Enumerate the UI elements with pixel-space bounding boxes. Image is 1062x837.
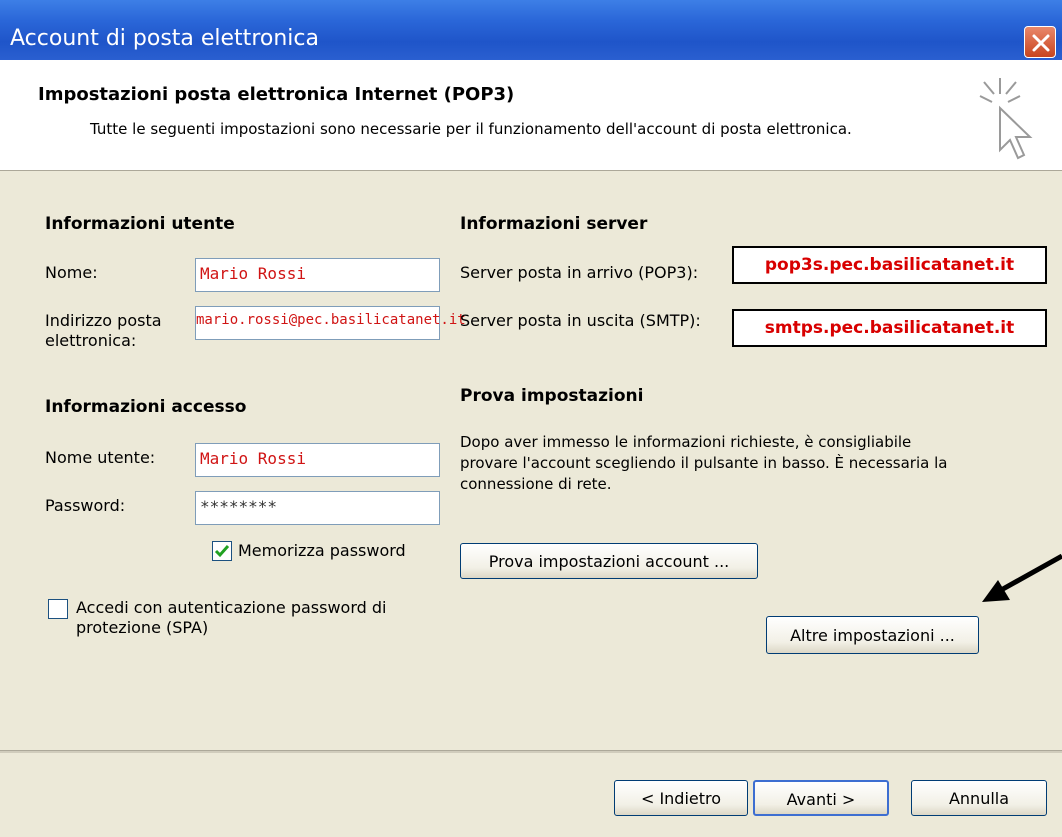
window-title: Account di posta elettronica — [10, 26, 319, 51]
more-settings-button[interactable]: Altre impostazioni ... — [766, 616, 979, 654]
back-button[interactable]: < Indietro — [614, 780, 748, 816]
user-info-heading: Informazioni utente — [45, 214, 235, 234]
outgoing-server-input[interactable]: smtps.pec.basilicatanet.it — [732, 309, 1047, 347]
incoming-server-input[interactable]: pop3s.pec.basilicatanet.it — [732, 246, 1047, 284]
page-description: Tutte le seguenti impostazioni sono nece… — [90, 120, 852, 138]
spa-checkbox[interactable] — [48, 599, 68, 619]
footer-divider — [0, 750, 1062, 753]
email-input[interactable]: mario.rossi@pec.basilicatanet.it — [195, 306, 466, 340]
next-button[interactable]: Avanti > — [753, 780, 889, 816]
server-info-heading: Informazioni server — [460, 214, 648, 234]
outgoing-server-label: Server posta in uscita (SMTP): — [460, 311, 701, 330]
page-title: Impostazioni posta elettronica Internet … — [38, 84, 515, 105]
close-button[interactable] — [1024, 26, 1056, 58]
name-input[interactable]: Mario Rossi — [195, 258, 440, 292]
incoming-server-label: Server posta in arrivo (POP3): — [460, 263, 699, 282]
close-icon — [1032, 34, 1050, 52]
wizard-cursor-icon — [979, 78, 1033, 160]
email-account-dialog: Account di posta elettronica Impostazion… — [0, 0, 1062, 837]
name-label: Nome: — [45, 263, 98, 282]
password-input[interactable]: ******** — [195, 491, 440, 525]
email-label: Indirizzo posta elettronica: — [45, 311, 162, 350]
spa-label: Accedi con autenticazione password di pr… — [76, 598, 387, 637]
password-label: Password: — [45, 496, 126, 515]
access-info-heading: Informazioni accesso — [45, 397, 247, 417]
cancel-button[interactable]: Annulla — [911, 780, 1047, 816]
test-account-button[interactable]: Prova impostazioni account ... — [460, 543, 758, 579]
username-label: Nome utente: — [45, 448, 156, 467]
remember-password-label: Memorizza password — [238, 541, 406, 560]
checkmark-icon — [214, 545, 230, 558]
username-input[interactable]: Mario Rossi — [195, 443, 440, 477]
test-settings-description: Dopo aver immesso le informazioni richie… — [460, 433, 948, 493]
arrow-icon — [982, 553, 1062, 602]
test-settings-heading: Prova impostazioni — [460, 386, 644, 406]
wizard-header — [0, 60, 1062, 171]
title-bar[interactable]: Account di posta elettronica — [0, 0, 1062, 60]
remember-password-checkbox[interactable] — [212, 541, 232, 561]
